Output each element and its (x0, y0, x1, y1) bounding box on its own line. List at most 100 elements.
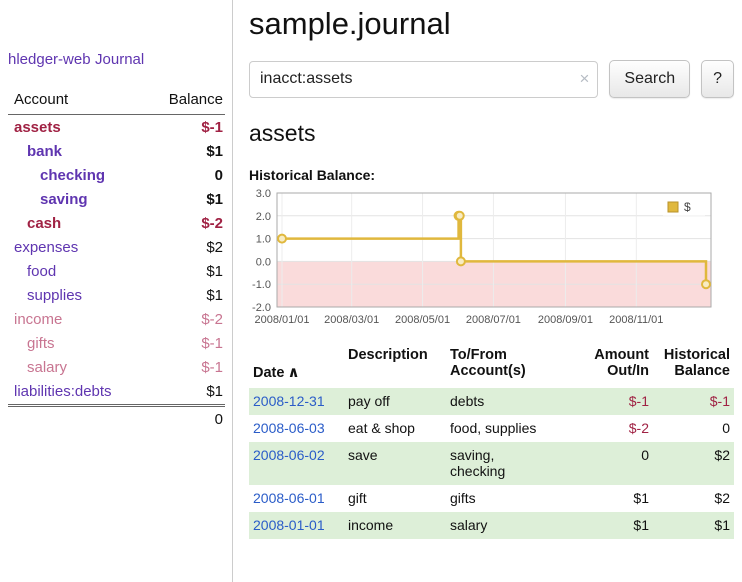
search-bar: × Search ? (249, 60, 734, 98)
y-tick-label: 3.0 (256, 188, 271, 200)
x-tick-label: 2008/09/01 (538, 314, 593, 326)
register-col-date[interactable]: Date∧ (249, 345, 344, 388)
account-link[interactable]: gifts (8, 335, 55, 352)
account-row: liabilities:debts$1 (8, 379, 225, 403)
register-cell-description: pay off (344, 388, 446, 415)
account-link[interactable]: bank (8, 143, 62, 160)
transaction-date-link[interactable]: 2008-12-31 (253, 393, 325, 409)
accounts-col-balance: Balance (169, 91, 223, 108)
accounts-col-account: Account (14, 91, 68, 108)
account-balance: $1 (206, 287, 223, 304)
register-cell-date: 2008-06-03 (249, 415, 344, 442)
register-cell-balance: $2 (653, 442, 734, 485)
register-cell-date: 2008-06-02 (249, 442, 344, 485)
search-input[interactable] (249, 61, 598, 98)
journal-link[interactable]: Journal (95, 51, 144, 68)
register-cell-amount: $-2 (581, 415, 653, 442)
account-link[interactable]: assets (8, 119, 61, 136)
account-link[interactable]: expenses (8, 239, 78, 256)
register-cell-description: gift (344, 485, 446, 512)
register-cell-balance: $1 (653, 512, 734, 539)
account-row: assets $-1 (8, 115, 225, 139)
account-balance: $-1 (201, 119, 223, 136)
account-tree: assets$-1bank$1checking0saving$1cash$-2e… (8, 115, 225, 403)
accounts-total-value: 0 (215, 411, 223, 428)
y-tick-label: 0.0 (256, 256, 271, 268)
transaction-date-link[interactable]: 2008-06-01 (253, 490, 325, 506)
y-tick-label: 1.0 (256, 234, 271, 246)
account-balance: $-1 (201, 359, 223, 376)
x-tick-label: 2008/07/01 (466, 314, 521, 326)
register-row: 2008-06-01 giftgifts$1$2 (249, 485, 734, 512)
main-content: sample.journal × Search ? assets Histori… (234, 0, 742, 582)
search-button[interactable]: Search (609, 60, 690, 98)
search-box: × (249, 61, 598, 98)
y-tick-label: 2.0 (256, 211, 271, 223)
register-cell-accounts: gifts (446, 485, 581, 512)
register-row: 2008-12-31pay offdebts$-1$-1 (249, 388, 734, 415)
account-row: supplies $1 (8, 283, 225, 307)
account-row: income $-2 (8, 307, 225, 331)
account-row: salary $-1 (8, 355, 225, 379)
x-tick-label: 2008/05/01 (395, 314, 450, 326)
data-point-marker (278, 235, 286, 243)
account-link[interactable]: income (8, 311, 62, 328)
register-cell-amount: $1 (581, 485, 653, 512)
account-link[interactable]: cash (8, 215, 61, 232)
register-row: 2008-06-03eat & shopfood, supplies$-20 (249, 415, 734, 442)
account-link[interactable]: saving (8, 191, 88, 208)
account-row: food$1 (8, 259, 225, 283)
account-link[interactable]: checking (8, 167, 105, 184)
register-table: Date∧ Description To/From Account(s) Amo… (249, 345, 734, 539)
transaction-date-link[interactable]: 2008-06-02 (253, 447, 325, 463)
sort-ascending-icon: ∧ (287, 364, 299, 381)
account-row: checking0 (8, 163, 225, 187)
legend-swatch (668, 202, 678, 212)
transaction-date-link[interactable]: 2008-01-01 (253, 517, 325, 533)
y-tick-label: -1.0 (252, 279, 271, 291)
account-balance: $-2 (201, 311, 223, 328)
x-tick-label: 2008/01/01 (254, 314, 309, 326)
hledger-web-app: hledger-web Journal Account Balance asse… (0, 0, 742, 582)
account-link[interactable]: salary (8, 359, 67, 376)
balance-chart: 3.0 2.0 1.0 0.0 -1.0 -2.02008/01/01 2008/03/01… (249, 187, 727, 335)
page-title: sample.journal (249, 6, 734, 42)
account-balance: $-2 (201, 215, 223, 232)
account-link[interactable]: food (8, 263, 56, 280)
clear-search-icon[interactable]: × (579, 69, 589, 89)
x-tick-label: 2008/11/01 (609, 314, 663, 326)
data-point-marker (702, 280, 710, 288)
accounts-table: Account Balance assets$-1bank$1checking0… (8, 89, 225, 432)
account-row: gifts $-1 (8, 331, 225, 355)
account-row: cash $-2 (8, 211, 225, 235)
data-point-marker (456, 212, 464, 220)
app-title-link[interactable]: hledger-web (8, 51, 91, 68)
sidebar: hledger-web Journal Account Balance asse… (0, 0, 233, 582)
register-cell-description: income (344, 512, 446, 539)
register-cell-accounts: saving, checking (446, 442, 581, 485)
register-cell-date: 2008-12-31 (249, 388, 344, 415)
y-tick-label: -2.0 (252, 302, 271, 314)
help-button[interactable]: ? (701, 60, 734, 98)
accounts-total-row: 0 (8, 404, 225, 432)
account-row: saving $1 (8, 187, 225, 211)
x-tick-label: 2008/03/01 (324, 314, 379, 326)
account-link[interactable]: supplies (8, 287, 82, 304)
date-column-label: Date (253, 365, 284, 381)
register-cell-balance: $2 (653, 485, 734, 512)
register-col-description: Description (344, 345, 446, 388)
account-balance: $1 (206, 191, 223, 208)
register-row: 2008-01-01incomesalary$1$1 (249, 512, 734, 539)
data-point-marker (457, 257, 465, 265)
account-row: bank$1 (8, 139, 225, 163)
account-balance: $2 (206, 239, 223, 256)
register-col-balance: Historical Balance (653, 345, 734, 388)
account-link[interactable]: liabilities:debts (8, 383, 112, 400)
transaction-date-link[interactable]: 2008-06-03 (253, 420, 325, 436)
register-cell-date: 2008-06-01 (249, 485, 344, 512)
register-cell-balance: $-1 (653, 388, 734, 415)
chart-title: Historical Balance: (249, 167, 734, 183)
register-col-accounts: To/From Account(s) (446, 345, 581, 388)
account-heading: assets (249, 120, 734, 147)
account-balance: $-1 (201, 335, 223, 352)
